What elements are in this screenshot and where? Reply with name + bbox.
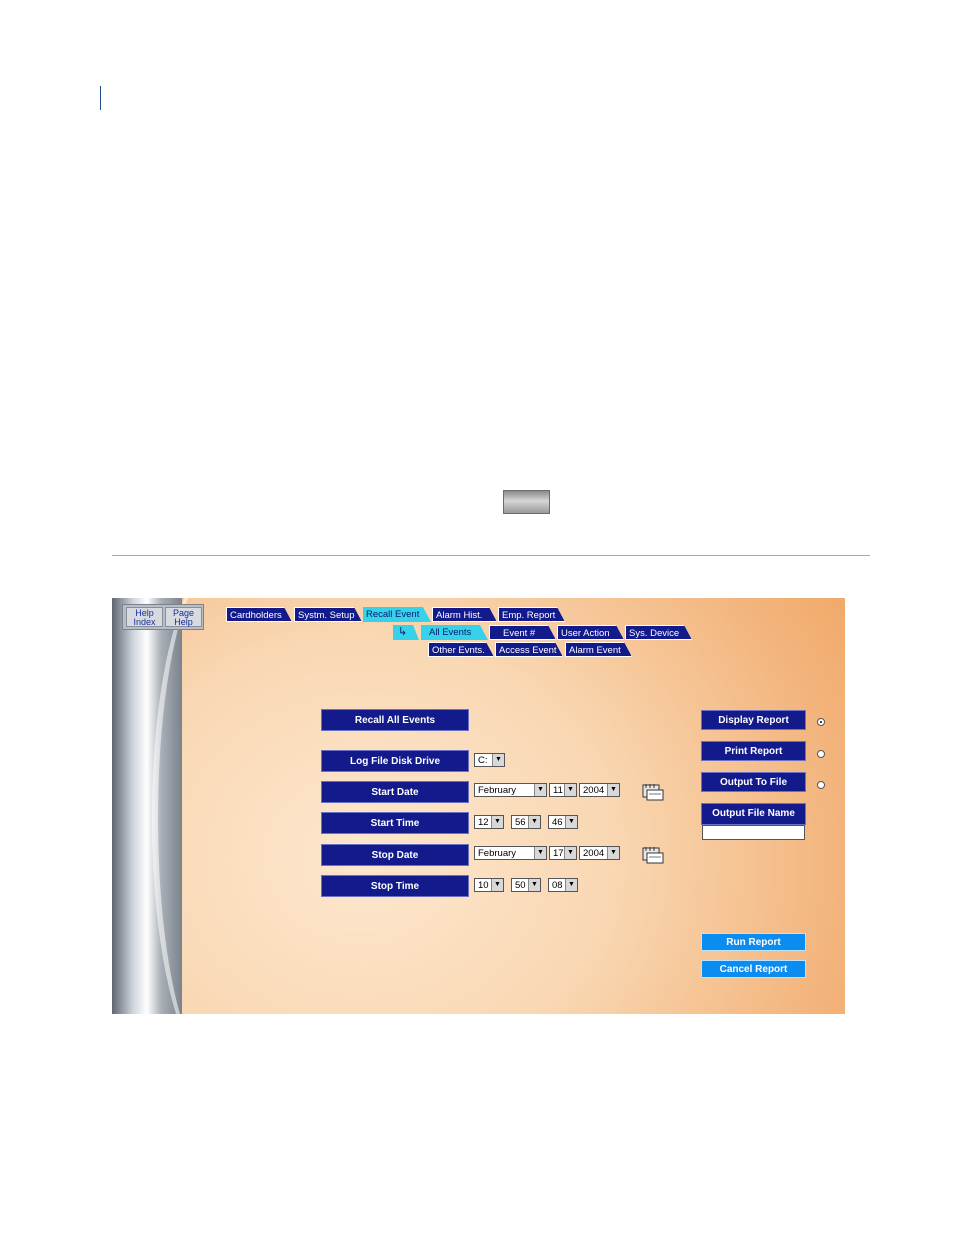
stop-minute-value: 50 bbox=[515, 880, 526, 891]
dropdown-arrow-icon: ▼ bbox=[534, 847, 546, 859]
start-year-select[interactable]: 2004 ▼ bbox=[579, 783, 620, 797]
start-second-value: 46 bbox=[552, 817, 563, 828]
section-divider bbox=[112, 555, 870, 556]
dropdown-arrow-icon: ▼ bbox=[528, 879, 540, 891]
dropdown-arrow-icon: ▼ bbox=[534, 784, 546, 796]
dropdown-arrow-icon: ▼ bbox=[565, 879, 577, 891]
start-year-value: 2004 bbox=[583, 785, 605, 796]
tab-alarm-event[interactable]: Alarm Event bbox=[565, 642, 632, 657]
dropdown-arrow-icon: ▼ bbox=[491, 816, 503, 828]
stop-hour-value: 10 bbox=[478, 880, 489, 891]
subtab-return[interactable]: ↳ bbox=[393, 625, 419, 640]
tab-user-action[interactable]: User Action bbox=[557, 625, 624, 640]
tab-recall-event[interactable]: Recall Event bbox=[363, 607, 431, 622]
display-report-radio[interactable] bbox=[817, 718, 825, 726]
stop-month-value: February bbox=[478, 848, 517, 859]
dropdown-arrow-icon: ▼ bbox=[607, 847, 619, 859]
start-month-select[interactable]: February ▼ bbox=[474, 783, 547, 797]
run-report-button[interactable]: Run Report bbox=[701, 933, 806, 951]
start-date-calendar-icon[interactable] bbox=[642, 783, 664, 801]
log-drive-value: C: bbox=[478, 755, 488, 766]
recall-events-window: Help Index Page Help Cardholders Systm. … bbox=[112, 598, 845, 1014]
log-drive-select[interactable]: C: ▼ bbox=[474, 753, 505, 767]
output-to-file-button[interactable]: Output To File bbox=[701, 772, 806, 792]
start-day-value: 11 bbox=[553, 785, 563, 796]
help-buttons: Help Index Page Help bbox=[122, 604, 204, 630]
output-file-name-label: Output File Name bbox=[701, 803, 806, 825]
start-hour-value: 12 bbox=[478, 817, 489, 828]
start-month-value: February bbox=[478, 785, 517, 796]
start-second-select[interactable]: 46 ▼ bbox=[548, 815, 578, 829]
dropdown-arrow-icon: ▼ bbox=[565, 816, 577, 828]
gray-button-swatch bbox=[503, 490, 550, 514]
tab-access-event[interactable]: Access Event bbox=[495, 642, 563, 657]
tab-event-number[interactable]: Event # bbox=[489, 625, 556, 640]
stop-time-label: Stop Time bbox=[321, 875, 469, 897]
dropdown-arrow-icon: ▼ bbox=[492, 754, 504, 766]
tab-systm-setup[interactable]: Systm. Setup bbox=[294, 607, 362, 622]
dropdown-arrow-icon: ▼ bbox=[564, 784, 576, 796]
dropdown-arrow-icon: ▼ bbox=[607, 784, 619, 796]
stop-year-value: 2004 bbox=[583, 848, 605, 859]
stop-day-select[interactable]: 17 ▼ bbox=[549, 846, 577, 860]
stop-minute-select[interactable]: 50 ▼ bbox=[511, 878, 541, 892]
page-help-button[interactable]: Page Help bbox=[165, 607, 202, 627]
print-report-button[interactable]: Print Report bbox=[701, 741, 806, 761]
margin-rule bbox=[100, 86, 101, 110]
stop-hour-select[interactable]: 10 ▼ bbox=[474, 878, 504, 892]
dropdown-arrow-icon: ▼ bbox=[491, 879, 503, 891]
tab-all-events[interactable]: All Events bbox=[421, 625, 488, 640]
start-date-label: Start Date bbox=[321, 781, 469, 803]
start-minute-select[interactable]: 56 ▼ bbox=[511, 815, 541, 829]
output-to-file-radio[interactable] bbox=[817, 781, 825, 789]
cancel-report-button[interactable]: Cancel Report bbox=[701, 960, 806, 978]
stop-date-calendar-icon[interactable] bbox=[642, 846, 664, 864]
stop-year-select[interactable]: 2004 ▼ bbox=[579, 846, 620, 860]
dropdown-arrow-icon: ▼ bbox=[564, 847, 576, 859]
stop-second-select[interactable]: 08 ▼ bbox=[548, 878, 578, 892]
recall-all-events-button[interactable]: Recall All Events bbox=[321, 709, 469, 731]
print-report-radio[interactable] bbox=[817, 750, 825, 758]
start-time-label: Start Time bbox=[321, 812, 469, 834]
dropdown-arrow-icon: ▼ bbox=[528, 816, 540, 828]
tab-cardholders[interactable]: Cardholders bbox=[226, 607, 292, 622]
display-report-button[interactable]: Display Report bbox=[701, 710, 806, 730]
tab-other-evnts[interactable]: Other Evnts. bbox=[428, 642, 494, 657]
stop-month-select[interactable]: February ▼ bbox=[474, 846, 547, 860]
start-minute-value: 56 bbox=[515, 817, 526, 828]
start-hour-select[interactable]: 12 ▼ bbox=[474, 815, 504, 829]
start-day-select[interactable]: 11 ▼ bbox=[549, 783, 577, 797]
tab-sys-device[interactable]: Sys. Device bbox=[625, 625, 692, 640]
stop-date-label: Stop Date bbox=[321, 844, 469, 866]
stop-day-value: 17 bbox=[553, 848, 564, 859]
stop-second-value: 08 bbox=[552, 880, 563, 891]
metal-curve bbox=[152, 598, 292, 1014]
return-arrow-icon: ↳ bbox=[398, 626, 408, 638]
tab-emp-report[interactable]: Emp. Report bbox=[498, 607, 565, 622]
tab-alarm-hist[interactable]: Alarm Hist. bbox=[432, 607, 497, 622]
log-file-disk-drive-label: Log File Disk Drive bbox=[321, 750, 469, 772]
output-file-name-input[interactable] bbox=[702, 825, 805, 840]
help-index-button[interactable]: Help Index bbox=[126, 607, 163, 627]
